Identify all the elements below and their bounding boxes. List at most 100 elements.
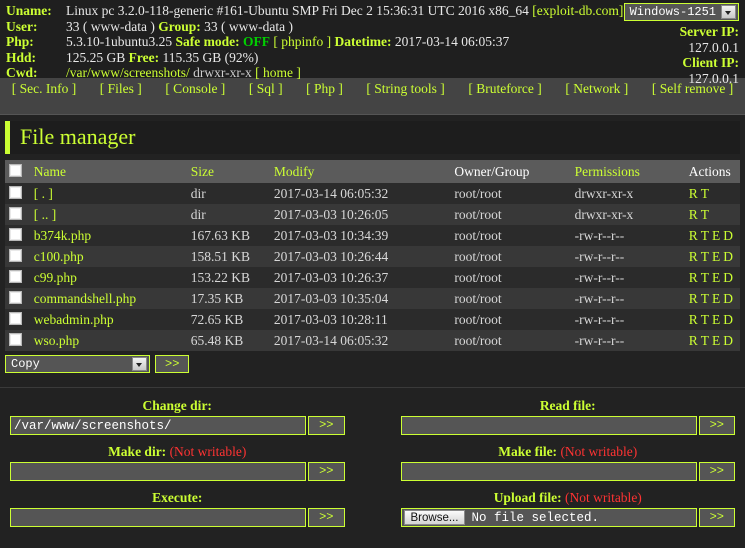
upload-file-submit-button[interactable]: >>: [698, 508, 735, 527]
file-action-link[interactable]: T: [701, 228, 709, 243]
execute-input[interactable]: [10, 508, 307, 527]
file-action-link[interactable]: D: [723, 312, 733, 327]
sort-by-name-link[interactable]: Name: [34, 164, 66, 179]
column-header-modify[interactable]: Modify: [269, 160, 451, 183]
nav-link-network[interactable]: [ Network ]: [565, 81, 628, 96]
file-action-link[interactable]: D: [723, 270, 733, 285]
make-file-input[interactable]: [400, 462, 697, 481]
row-checkbox[interactable]: [9, 185, 22, 199]
row-checkbox[interactable]: [9, 269, 22, 283]
read-file-input[interactable]: [400, 416, 697, 435]
row-checkbox[interactable]: [9, 290, 22, 304]
nav-item-string-tools[interactable]: [ String tools ]: [355, 81, 457, 97]
file-action-link[interactable]: E: [712, 270, 720, 285]
file-name-link[interactable]: webadmin.php: [34, 312, 114, 327]
chevron-down-icon[interactable]: [721, 5, 736, 19]
make-dir-input[interactable]: [10, 462, 307, 481]
file-action-link[interactable]: R: [689, 312, 698, 327]
file-action-link[interactable]: T: [701, 270, 709, 285]
row-checkbox[interactable]: [9, 227, 22, 241]
nav-link-sec-info[interactable]: [ Sec. Info ]: [12, 81, 76, 96]
file-action-link[interactable]: T: [701, 291, 709, 306]
charset-selector[interactable]: Windows-1251: [623, 3, 739, 21]
column-header-permissions[interactable]: Permissions: [570, 160, 685, 183]
file-action-link[interactable]: E: [712, 333, 720, 348]
cwd-path-link[interactable]: /var/www/screenshots/: [66, 65, 190, 80]
sort-by-modify-link[interactable]: Modify: [274, 164, 315, 179]
select-all-cell[interactable]: [5, 160, 30, 183]
file-action-link[interactable]: D: [723, 291, 733, 306]
file-action-link[interactable]: R: [689, 270, 698, 285]
column-header-name[interactable]: Name: [29, 160, 187, 183]
home-link[interactable]: [ home ]: [255, 65, 301, 80]
row-select-cell[interactable]: [5, 225, 30, 246]
change-dir-submit-button[interactable]: >>: [308, 416, 345, 435]
file-action-link[interactable]: E: [712, 228, 720, 243]
file-action-link[interactable]: R: [689, 333, 698, 348]
file-action-link[interactable]: D: [723, 228, 733, 243]
row-select-cell[interactable]: [5, 204, 30, 225]
read-file-submit-button[interactable]: >>: [698, 416, 735, 435]
row-checkbox[interactable]: [9, 206, 22, 220]
file-action-link[interactable]: R: [689, 249, 698, 264]
file-action-link[interactable]: T: [701, 249, 709, 264]
sort-by-size-link[interactable]: Size: [191, 164, 214, 179]
bulk-action-select[interactable]: Copy: [5, 355, 150, 373]
exploit-db-link[interactable]: [exploit-db.com]: [532, 3, 623, 18]
file-name-link[interactable]: [ .. ]: [34, 207, 57, 222]
file-action-link[interactable]: E: [712, 312, 720, 327]
file-action-link[interactable]: E: [712, 291, 720, 306]
chevron-down-icon[interactable]: [132, 357, 147, 371]
bulk-action-submit-button[interactable]: >>: [155, 355, 190, 373]
file-name-link[interactable]: commandshell.php: [34, 291, 136, 306]
file-action-link[interactable]: R: [689, 291, 698, 306]
row-select-cell[interactable]: [5, 246, 30, 267]
file-picker-field[interactable]: Browse... No file selected.: [400, 508, 697, 527]
nav-link-bruteforce[interactable]: [ Bruteforce ]: [468, 81, 541, 96]
file-action-link[interactable]: R: [689, 228, 698, 243]
file-name-link[interactable]: c100.php: [34, 249, 84, 264]
row-select-cell[interactable]: [5, 330, 30, 351]
make-dir-submit-button[interactable]: >>: [308, 462, 345, 481]
file-action-link[interactable]: T: [701, 333, 709, 348]
file-action-link[interactable]: D: [723, 333, 733, 348]
nav-link-string-tools[interactable]: [ String tools ]: [366, 81, 444, 96]
file-action-link[interactable]: T: [701, 312, 709, 327]
nav-item-network[interactable]: [ Network ]: [554, 81, 641, 97]
nav-link-php[interactable]: [ Php ]: [306, 81, 343, 96]
file-action-link[interactable]: E: [712, 249, 720, 264]
file-name-link[interactable]: c99.php: [34, 270, 77, 285]
row-select-cell[interactable]: [5, 288, 30, 309]
file-action-link[interactable]: D: [723, 249, 733, 264]
nav-item-console[interactable]: [ Console ]: [154, 81, 238, 97]
phpinfo-link[interactable]: [ phpinfo ]: [273, 34, 331, 49]
row-select-cell[interactable]: [5, 309, 30, 330]
browse-button[interactable]: Browse...: [403, 510, 466, 525]
nav-link-console[interactable]: [ Console ]: [165, 81, 225, 96]
file-name-link[interactable]: b374k.php: [34, 228, 91, 243]
file-action-link[interactable]: T: [701, 207, 709, 222]
file-action-link[interactable]: T: [701, 186, 709, 201]
nav-item-files[interactable]: [ Files ]: [88, 81, 154, 97]
file-name-link[interactable]: [ . ]: [34, 186, 53, 201]
row-checkbox[interactable]: [9, 248, 22, 262]
nav-item-bruteforce[interactable]: [ Bruteforce ]: [457, 81, 554, 97]
sort-by-permissions-link[interactable]: Permissions: [575, 164, 640, 179]
row-select-cell[interactable]: [5, 267, 30, 288]
nav-link-files[interactable]: [ Files ]: [100, 81, 142, 96]
file-action-link[interactable]: R: [689, 186, 698, 201]
charset-select-box[interactable]: Windows-1251: [623, 3, 739, 21]
make-file-submit-button[interactable]: >>: [698, 462, 735, 481]
execute-submit-button[interactable]: >>: [308, 508, 345, 527]
row-checkbox[interactable]: [9, 311, 22, 325]
row-select-cell[interactable]: [5, 183, 30, 204]
nav-item-sec-info[interactable]: [ Sec. Info ]: [0, 81, 88, 97]
column-header-size[interactable]: Size: [186, 160, 270, 183]
nav-item-sql[interactable]: [ Sql ]: [237, 81, 294, 97]
select-all-checkbox[interactable]: [9, 163, 22, 177]
nav-link-sql[interactable]: [ Sql ]: [249, 81, 283, 96]
file-name-link[interactable]: wso.php: [34, 333, 79, 348]
nav-item-php[interactable]: [ Php ]: [294, 81, 354, 97]
row-checkbox[interactable]: [9, 332, 22, 346]
change-dir-input[interactable]: [10, 416, 307, 435]
